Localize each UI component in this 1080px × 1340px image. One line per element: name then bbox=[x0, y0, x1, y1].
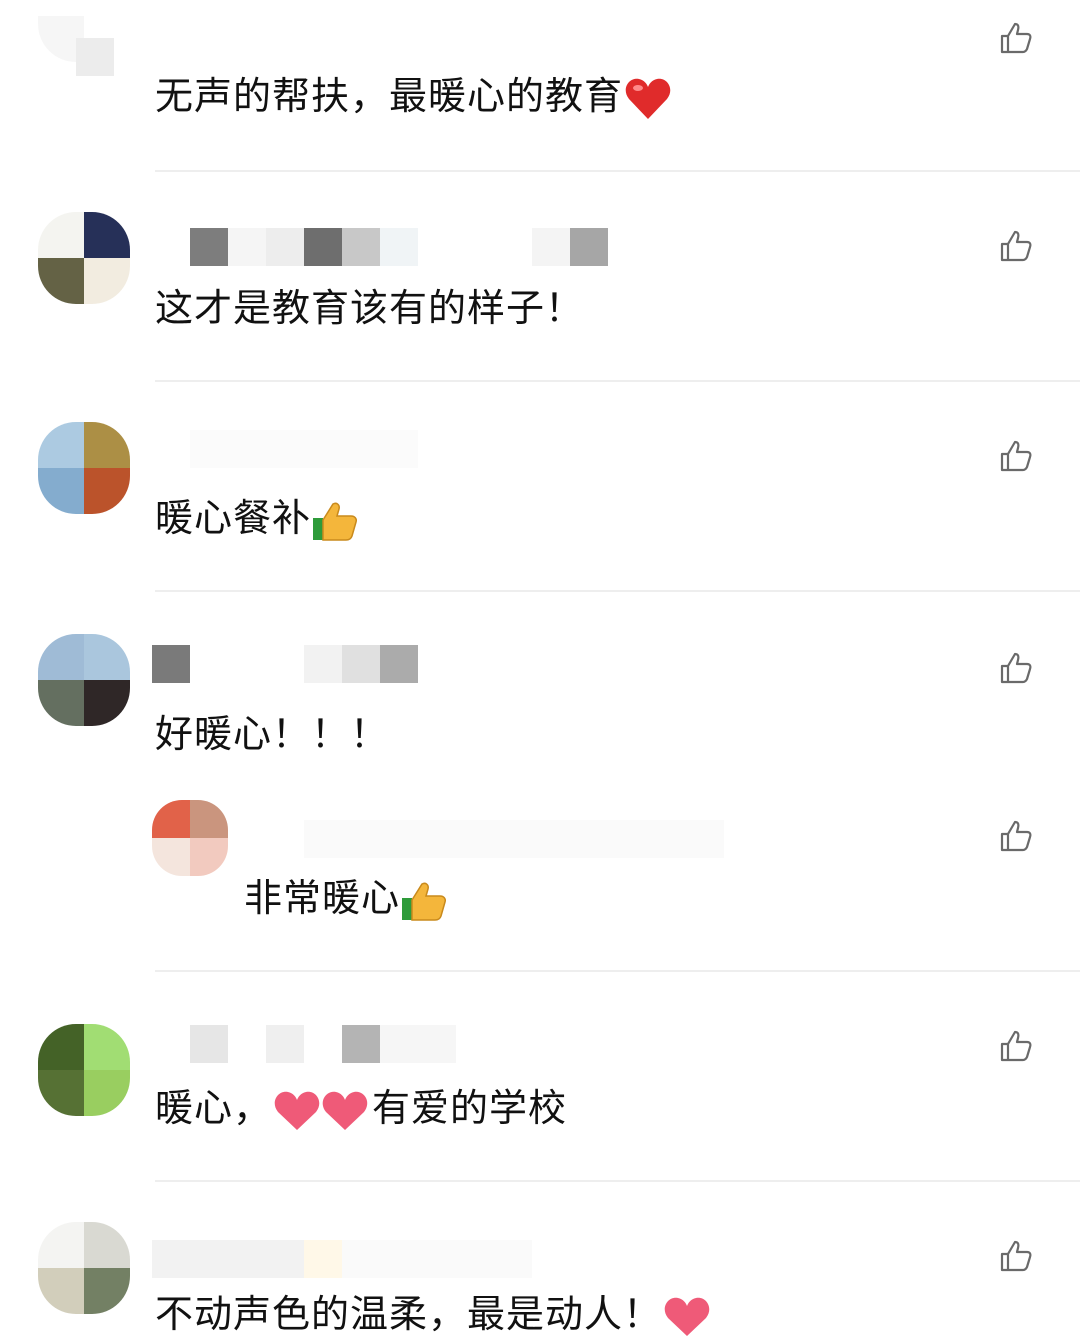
like-icon[interactable] bbox=[998, 20, 1034, 56]
reply-text-content: 非常暖心 bbox=[244, 876, 401, 920]
comment-text-content: 无声的帮扶，最暖心的教育 bbox=[155, 74, 624, 118]
comment-text: 不动声色的温柔，最是动人！ bbox=[155, 1290, 712, 1340]
reply-avatar[interactable] bbox=[152, 800, 228, 876]
comment-text-before: 暖心， bbox=[155, 1086, 273, 1130]
reply-nickname[interactable] bbox=[304, 820, 724, 858]
comment-text-after: 有爱的学校 bbox=[372, 1086, 568, 1130]
comment-text: 暖心， 有爱的学校 bbox=[155, 1084, 567, 1134]
red-heart-icon bbox=[625, 78, 671, 119]
comment-text-content: 不动声色的温柔，最是动人！ bbox=[155, 1292, 663, 1336]
comment-text: 无声的帮扶，最暖心的教育 bbox=[155, 72, 673, 123]
avatar[interactable] bbox=[38, 1024, 130, 1116]
divider bbox=[155, 970, 1080, 972]
comment-text: 这才是教育该有的样子！ bbox=[155, 286, 585, 330]
nickname[interactable] bbox=[190, 1025, 456, 1063]
thumbs-up-icon bbox=[402, 882, 447, 921]
avatar[interactable] bbox=[38, 1222, 130, 1314]
reply-like-icon[interactable] bbox=[998, 818, 1034, 854]
avatar[interactable] bbox=[38, 634, 130, 726]
nickname[interactable] bbox=[190, 430, 418, 468]
like-icon[interactable] bbox=[998, 438, 1034, 474]
avatar[interactable] bbox=[38, 422, 130, 514]
divider bbox=[155, 170, 1080, 172]
like-icon[interactable] bbox=[998, 650, 1034, 686]
double-heart-icon bbox=[274, 1091, 368, 1130]
avatar[interactable] bbox=[38, 212, 130, 304]
divider bbox=[155, 1180, 1080, 1182]
like-icon[interactable] bbox=[998, 1238, 1034, 1274]
like-icon[interactable] bbox=[998, 228, 1034, 264]
comment-text-content: 暖心餐补 bbox=[155, 496, 312, 540]
reply-text: 非常暖心 bbox=[244, 874, 448, 924]
like-icon[interactable] bbox=[998, 1028, 1034, 1064]
nickname[interactable] bbox=[190, 228, 608, 266]
nickname[interactable] bbox=[152, 1240, 532, 1278]
nickname[interactable] bbox=[152, 645, 418, 683]
comment-text: 暖心餐补 bbox=[155, 494, 359, 544]
nickname[interactable] bbox=[76, 38, 114, 76]
thumbs-up-icon bbox=[313, 502, 358, 541]
comment-text: 好暖心！！！ bbox=[155, 712, 390, 756]
divider bbox=[155, 380, 1080, 382]
divider bbox=[155, 590, 1080, 592]
